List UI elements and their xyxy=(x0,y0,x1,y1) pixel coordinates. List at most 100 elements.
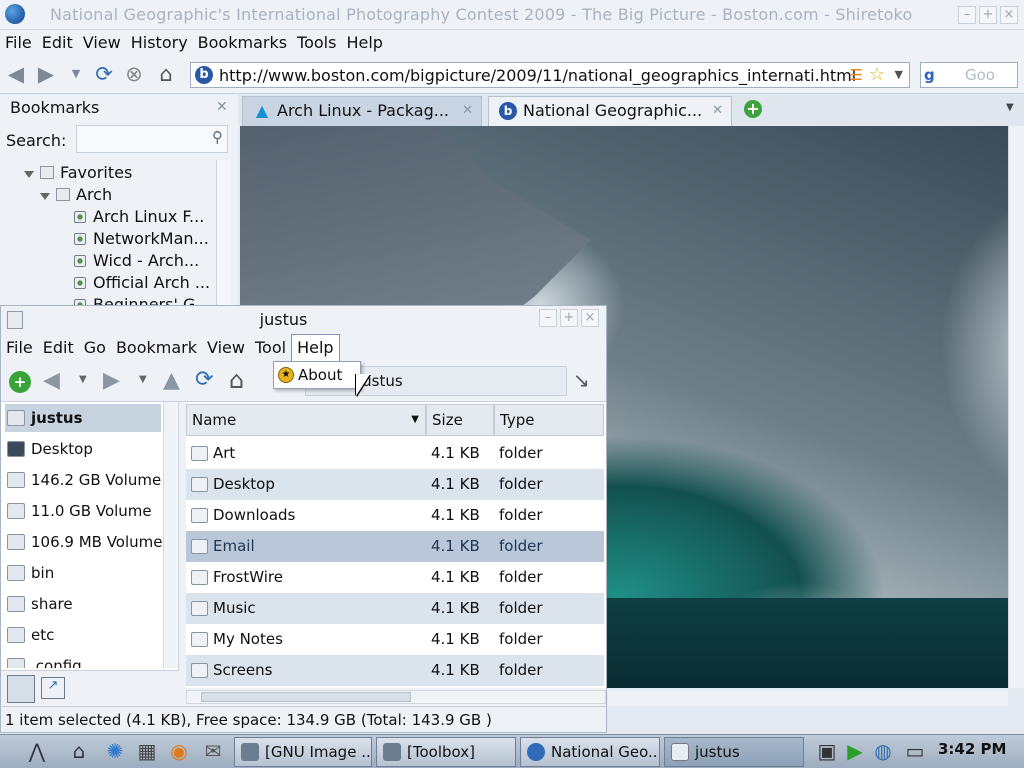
page-vertical-scrollbar[interactable] xyxy=(1008,126,1024,688)
forward-dropdown-icon[interactable]: ▼ xyxy=(139,374,147,385)
back-arrow-icon[interactable]: ◀ xyxy=(43,368,60,393)
home-icon[interactable]: ⌂ xyxy=(66,738,92,764)
firefox-icon[interactable]: ◉ xyxy=(166,738,192,764)
fm-menu-file[interactable]: File xyxy=(1,335,38,361)
place-item-volume[interactable]: 11.0 GB Volume xyxy=(5,497,161,525)
address-bar[interactable]: b http://www.boston.com/bigpicture/2009/… xyxy=(190,62,910,88)
place-item-home[interactable]: justus xyxy=(5,404,161,432)
task-gimp[interactable]: [GNU Image ... xyxy=(234,737,372,767)
minimize-icon[interactable]: – xyxy=(539,309,557,327)
fm-menu-edit[interactable]: Edit xyxy=(38,335,79,361)
home-icon[interactable]: ⌂ xyxy=(229,366,244,394)
fm-menu-tool[interactable]: Tool xyxy=(250,335,291,361)
tree-folder-favorites[interactable]: Favorites xyxy=(24,163,132,182)
task-toolbox[interactable]: [Toolbox] xyxy=(376,737,516,767)
task-firefox[interactable]: National Geo... xyxy=(520,737,660,767)
places-scrollbar[interactable] xyxy=(163,402,177,668)
task-file-manager[interactable]: justus xyxy=(664,737,804,767)
display-icon[interactable]: ▣ xyxy=(814,738,840,764)
tree-folder-arch[interactable]: Arch xyxy=(40,185,112,204)
place-item-volume[interactable]: 106.9 MB Volume xyxy=(5,528,163,556)
site-favicon-icon: b xyxy=(499,102,517,120)
tab-national-geographic[interactable]: b National Geographic... ✕ xyxy=(488,96,732,126)
monitor-icon[interactable]: ▭ xyxy=(902,738,928,764)
bookmark-item[interactable]: Arch Linux F... xyxy=(74,207,204,226)
place-item-folder[interactable]: bin xyxy=(5,559,161,587)
url-dropdown-icon[interactable]: ▼ xyxy=(895,68,903,81)
column-header-size[interactable]: Size xyxy=(426,404,494,436)
go-icon[interactable]: ↘ xyxy=(573,368,590,392)
calculator-icon[interactable]: ▦ xyxy=(134,738,160,764)
tab-arch-linux[interactable]: ▲ Arch Linux - Packag... ✕ xyxy=(242,96,482,126)
place-item-folder[interactable]: share xyxy=(5,590,161,618)
column-header-name[interactable]: Name ▼ xyxy=(186,404,426,436)
network-globe-icon[interactable]: ◍ xyxy=(870,738,896,764)
history-dropdown-icon[interactable]: ▼ xyxy=(64,62,88,86)
table-row[interactable]: Screens 4.1 KB folder xyxy=(186,655,604,686)
bookmark-item[interactable]: NetworkMan... xyxy=(74,229,209,248)
arch-menu-icon[interactable]: ⋀ xyxy=(24,738,50,764)
mail-icon[interactable]: ✉ xyxy=(200,738,226,764)
new-tab-icon[interactable]: + xyxy=(9,371,31,393)
table-row[interactable]: Email 4.1 KB folder xyxy=(186,531,604,562)
back-arrow-icon[interactable]: ◀ xyxy=(4,62,28,86)
minimize-icon[interactable]: – xyxy=(958,6,976,24)
bookmark-item[interactable]: Wicd - Arch... xyxy=(74,251,199,270)
sidebar-search-input[interactable]: ⚲ xyxy=(76,125,228,153)
bookmark-star-icon[interactable]: ☆ xyxy=(869,64,885,85)
tree-view-icon[interactable]: ↗ xyxy=(41,677,65,699)
menu-file[interactable]: File xyxy=(0,30,37,56)
fm-menu-go[interactable]: Go xyxy=(79,335,111,361)
bookmark-icon xyxy=(74,255,86,267)
page-horizontal-scrollbar[interactable] xyxy=(608,690,1008,706)
stop-icon[interactable]: ⊗ xyxy=(122,62,146,86)
column-header-type[interactable]: Type xyxy=(494,404,604,436)
reload-icon[interactable]: ⟳ xyxy=(92,62,116,86)
scroll-thumb[interactable] xyxy=(201,692,411,702)
place-item-folder[interactable]: .config xyxy=(5,652,161,668)
sidebar-close-icon[interactable]: ✕ xyxy=(216,99,228,115)
tab-close-icon[interactable]: ✕ xyxy=(712,97,723,125)
forward-arrow-icon[interactable]: ▶ xyxy=(34,62,58,86)
menu-history[interactable]: History xyxy=(126,30,193,56)
menu-view[interactable]: View xyxy=(78,30,126,56)
table-row[interactable]: My Notes 4.1 KB folder xyxy=(186,624,604,655)
bookmark-item[interactable]: Official Arch ... xyxy=(74,273,210,292)
menu-edit[interactable]: Edit xyxy=(37,30,78,56)
table-row[interactable]: Downloads 4.1 KB folder xyxy=(186,500,604,531)
tab-list-dropdown-icon[interactable]: ▼ xyxy=(1006,102,1014,113)
forward-arrow-icon[interactable]: ▶ xyxy=(103,368,120,393)
new-tab-icon[interactable]: + xyxy=(744,100,762,118)
place-item-folder[interactable]: etc xyxy=(5,621,161,649)
menu-tools[interactable]: Tools xyxy=(292,30,341,56)
place-item-desktop[interactable]: Desktop xyxy=(5,435,161,463)
menu-help[interactable]: Help xyxy=(341,30,387,56)
maximize-icon[interactable]: + xyxy=(560,309,578,327)
menu-bookmarks[interactable]: Bookmarks xyxy=(193,30,292,56)
fm-menu-view[interactable]: View xyxy=(202,335,250,361)
network-icon[interactable]: ✺ xyxy=(102,738,128,764)
maximize-icon[interactable]: + xyxy=(979,6,997,24)
tab-close-icon[interactable]: ✕ xyxy=(462,97,473,125)
fm-menu-bookmark[interactable]: Bookmark xyxy=(111,335,202,361)
place-item-volume[interactable]: 146.2 GB Volume xyxy=(5,466,161,494)
table-row[interactable]: Music 4.1 KB folder xyxy=(186,593,604,624)
back-dropdown-icon[interactable]: ▼ xyxy=(79,374,87,385)
table-row[interactable]: Art 4.1 KB folder xyxy=(186,438,604,469)
play-icon[interactable]: ▶ xyxy=(842,738,868,764)
close-icon[interactable]: × xyxy=(1000,6,1018,24)
sidebar-scrollbar[interactable] xyxy=(216,160,230,305)
fm-menu-help[interactable]: Help xyxy=(291,334,340,362)
file-size: 4.1 KB xyxy=(431,537,480,555)
search-box[interactable]: g Goo xyxy=(920,62,1018,88)
places-view-icon[interactable] xyxy=(7,675,35,703)
table-row[interactable]: Desktop 4.1 KB folder xyxy=(186,469,604,500)
reload-icon[interactable]: ⟳ xyxy=(195,367,213,392)
close-icon[interactable]: × xyxy=(581,309,599,327)
rss-icon[interactable]: ☰ xyxy=(850,66,863,84)
up-arrow-icon[interactable]: ▲ xyxy=(163,368,180,393)
home-icon[interactable]: ⌂ xyxy=(154,62,178,86)
file-list-horizontal-scrollbar[interactable] xyxy=(186,690,606,704)
table-row[interactable]: FrostWire 4.1 KB folder xyxy=(186,562,604,593)
menu-item-about[interactable]: About xyxy=(298,366,342,384)
